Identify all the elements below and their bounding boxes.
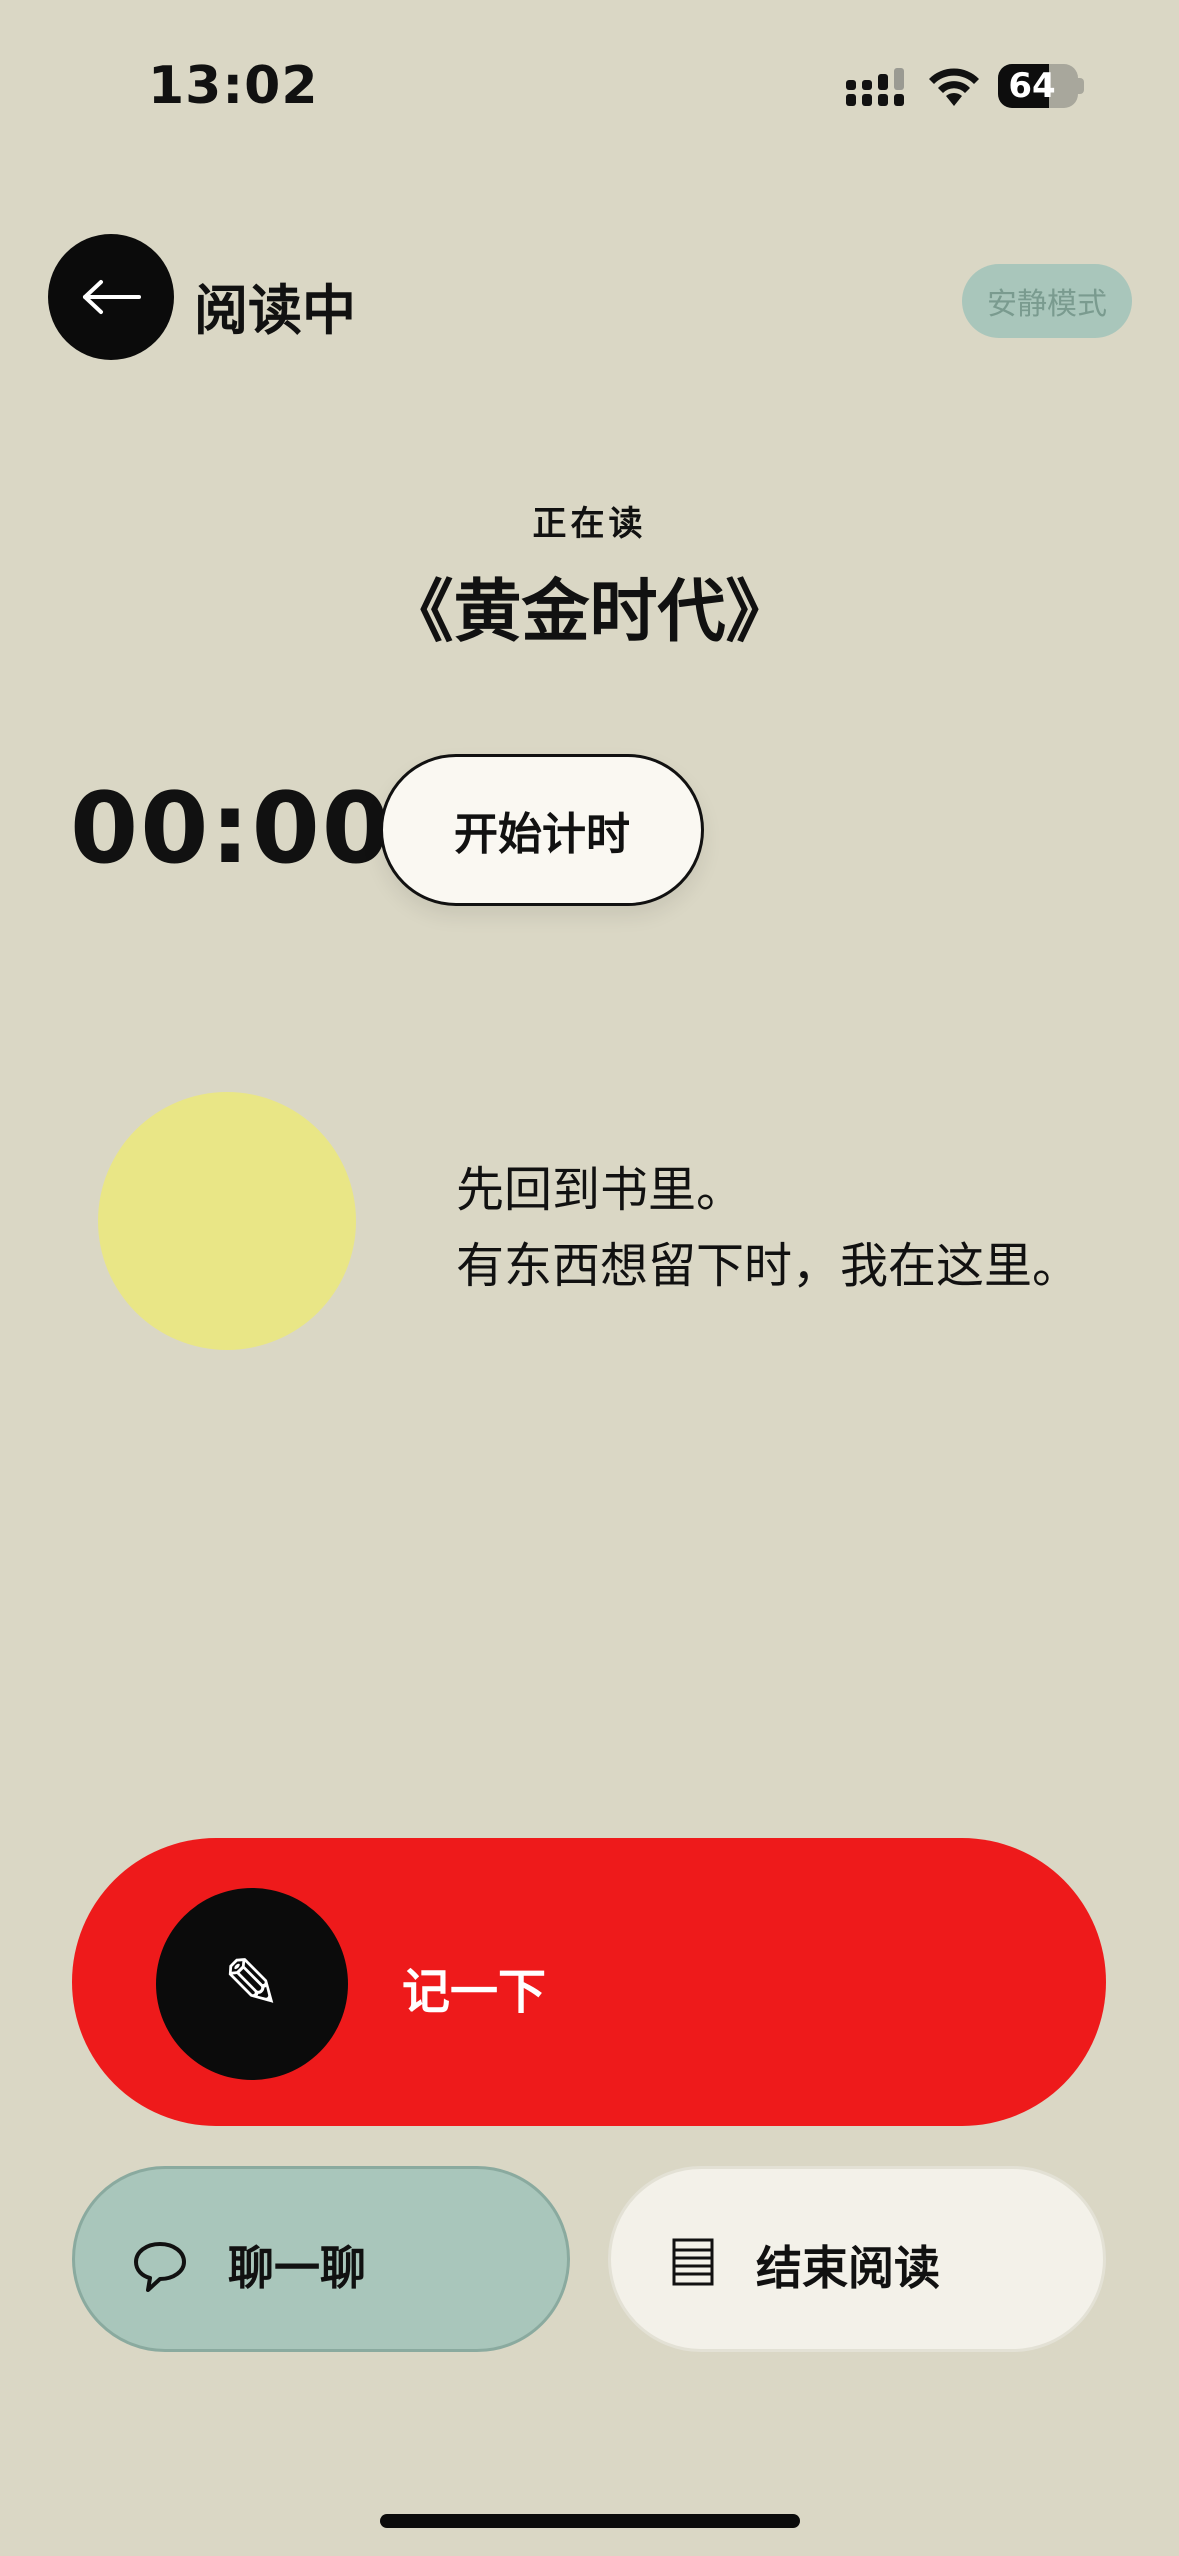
page-title: 阅读中 (194, 279, 356, 342)
wifi-icon (929, 68, 979, 106)
back-button[interactable] (48, 234, 174, 360)
start-timer-button[interactable]: 开始计时 (380, 754, 704, 906)
battery-percentage: 64 (1008, 66, 1056, 106)
home-indicator[interactable] (380, 2514, 800, 2528)
cellular-signal-icon (846, 68, 904, 106)
companion-message-line1: 先回到书里。 (456, 1162, 745, 1218)
end-reading-label[interactable]: 结束阅读 (756, 2232, 940, 2298)
battery-indicator: 64 (998, 64, 1078, 108)
status-time: 13:02 (148, 56, 319, 116)
companion-avatar (98, 1092, 356, 1350)
chat-label[interactable]: 聊一聊 (228, 2232, 366, 2298)
quiet-mode-toggle[interactable]: 安静模式 (962, 264, 1132, 338)
book-title: 《黄金时代》 (385, 573, 794, 652)
speech-bubble-icon[interactable] (132, 2238, 188, 2294)
take-note-label[interactable]: 记一下 (402, 1952, 546, 2022)
notes-icon[interactable] (672, 2238, 714, 2286)
companion-message-line2: 有东西想留下时，我在这里。 (456, 1238, 1081, 1294)
reading-label: 正在读 (532, 504, 647, 544)
pencil-icon[interactable]: ✎ (156, 1888, 348, 2080)
timer-display: 00:00 (70, 772, 392, 886)
battery-cap (1078, 78, 1084, 94)
arrow-left-icon (83, 280, 141, 314)
